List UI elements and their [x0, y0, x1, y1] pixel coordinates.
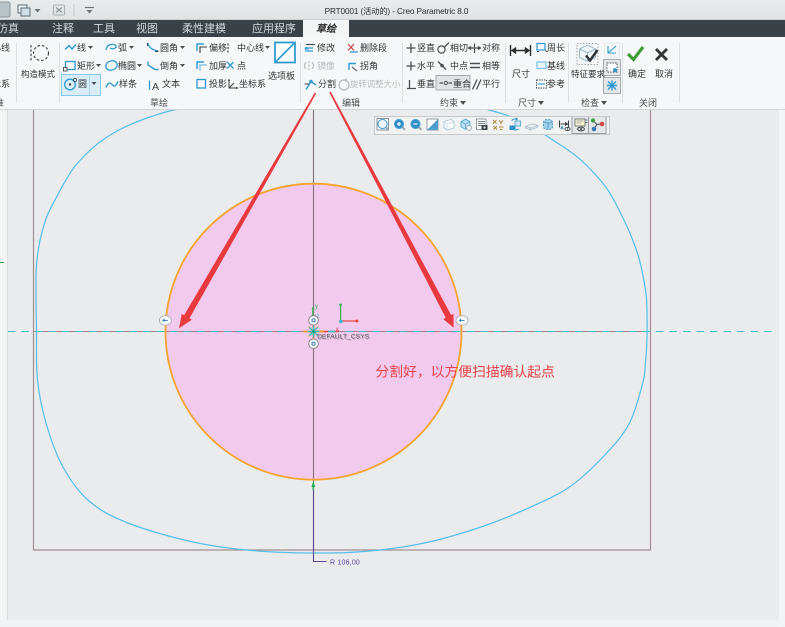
svg-text:DEFAULT_CSYS: DEFAULT_CSYS: [317, 334, 370, 341]
svg-text:y: y: [315, 304, 318, 310]
svg-text:A: A: [152, 81, 159, 93]
svg-text:分割好，以方便扫描确认起点: 分割好，以方便扫描确认起点: [376, 364, 556, 380]
svg-text:R 106,00: R 106,00: [330, 560, 360, 567]
svg-text:x: x: [336, 327, 339, 333]
